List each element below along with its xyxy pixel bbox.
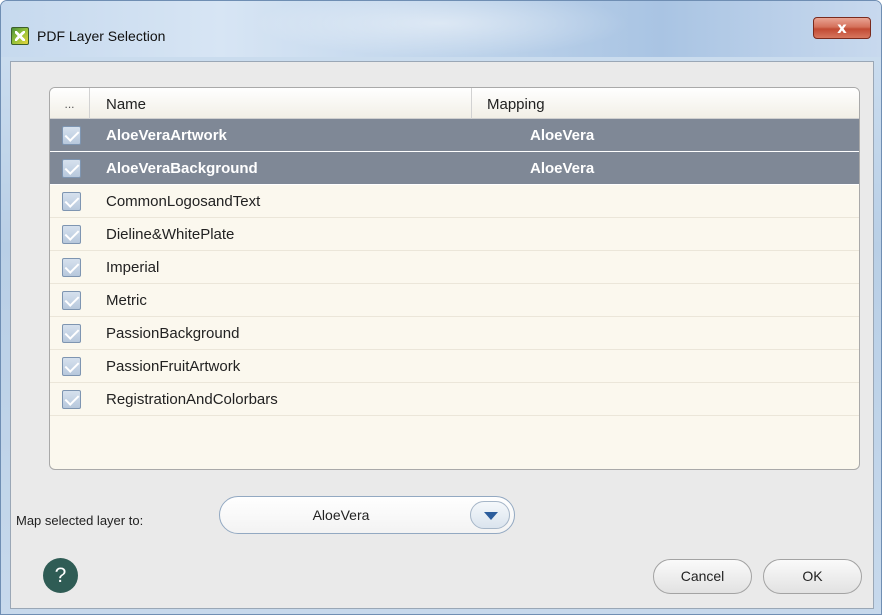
- checkbox-checked[interactable]: [62, 258, 81, 277]
- table-row[interactable]: Metric: [50, 284, 859, 317]
- ok-button[interactable]: OK: [763, 559, 862, 594]
- layer-mapping: AloeVera: [530, 127, 595, 144]
- table-body: AloeVeraArtwork AloeVera AloeVeraBackgro…: [50, 119, 859, 416]
- table-row[interactable]: AloeVeraArtwork AloeVera: [50, 119, 859, 152]
- checkbox-checked[interactable]: [62, 126, 81, 145]
- layer-name: CommonLogosandText: [106, 193, 261, 210]
- chevron-down-icon[interactable]: [470, 501, 510, 529]
- map-layer-dropdown-value: AloeVera: [312, 507, 370, 523]
- layer-name: AloeVeraBackground: [106, 160, 258, 177]
- checkbox-checked[interactable]: [62, 225, 81, 244]
- name-column-header[interactable]: Name: [90, 88, 472, 119]
- table-row[interactable]: PassionFruitArtwork: [50, 350, 859, 383]
- checkbox-checked[interactable]: [62, 357, 81, 376]
- select-column-header[interactable]: ...: [50, 88, 90, 119]
- table-row[interactable]: PassionBackground: [50, 317, 859, 350]
- layer-name: PassionFruitArtwork: [106, 358, 241, 375]
- layer-name: PassionBackground: [106, 325, 240, 342]
- layer-name: Imperial: [106, 259, 160, 276]
- checkbox-checked[interactable]: [62, 291, 81, 310]
- checkbox-checked[interactable]: [62, 324, 81, 343]
- close-button[interactable]: x: [813, 17, 871, 39]
- table-row[interactable]: RegistrationAndColorbars: [50, 383, 859, 416]
- checkbox-checked[interactable]: [62, 390, 81, 409]
- app-icon: [11, 27, 29, 45]
- layer-name: RegistrationAndColorbars: [106, 391, 278, 408]
- map-layer-dropdown[interactable]: AloeVera: [219, 496, 515, 534]
- dialog-content: ... Name Mapping AloeVeraArtwork AloeVer…: [10, 61, 874, 609]
- help-button[interactable]: ?: [43, 558, 78, 593]
- checkbox-checked[interactable]: [62, 159, 81, 178]
- layer-mapping: AloeVera: [530, 160, 595, 177]
- table-row[interactable]: Imperial: [50, 251, 859, 284]
- table-row[interactable]: AloeVeraBackground AloeVera: [50, 152, 859, 185]
- table-row[interactable]: CommonLogosandText: [50, 185, 859, 218]
- table-header: ... Name Mapping: [50, 88, 859, 119]
- window-title: PDF Layer Selection: [37, 28, 166, 44]
- mapping-column-header[interactable]: Mapping: [472, 88, 859, 119]
- title-bar[interactable]: PDF Layer Selection x: [1, 1, 881, 57]
- map-selected-label: Map selected layer to:: [16, 513, 144, 528]
- cancel-button[interactable]: Cancel: [653, 559, 752, 594]
- layer-name: AloeVeraArtwork: [106, 127, 227, 144]
- table-row[interactable]: Dieline&WhitePlate: [50, 218, 859, 251]
- layer-name: Dieline&WhitePlate: [106, 226, 235, 243]
- layer-table: ... Name Mapping AloeVeraArtwork AloeVer…: [49, 87, 860, 470]
- checkbox-checked[interactable]: [62, 192, 81, 211]
- layer-name: Metric: [106, 292, 147, 309]
- pdf-layer-selection-dialog: PDF Layer Selection x ... Name Mapping A…: [0, 0, 882, 615]
